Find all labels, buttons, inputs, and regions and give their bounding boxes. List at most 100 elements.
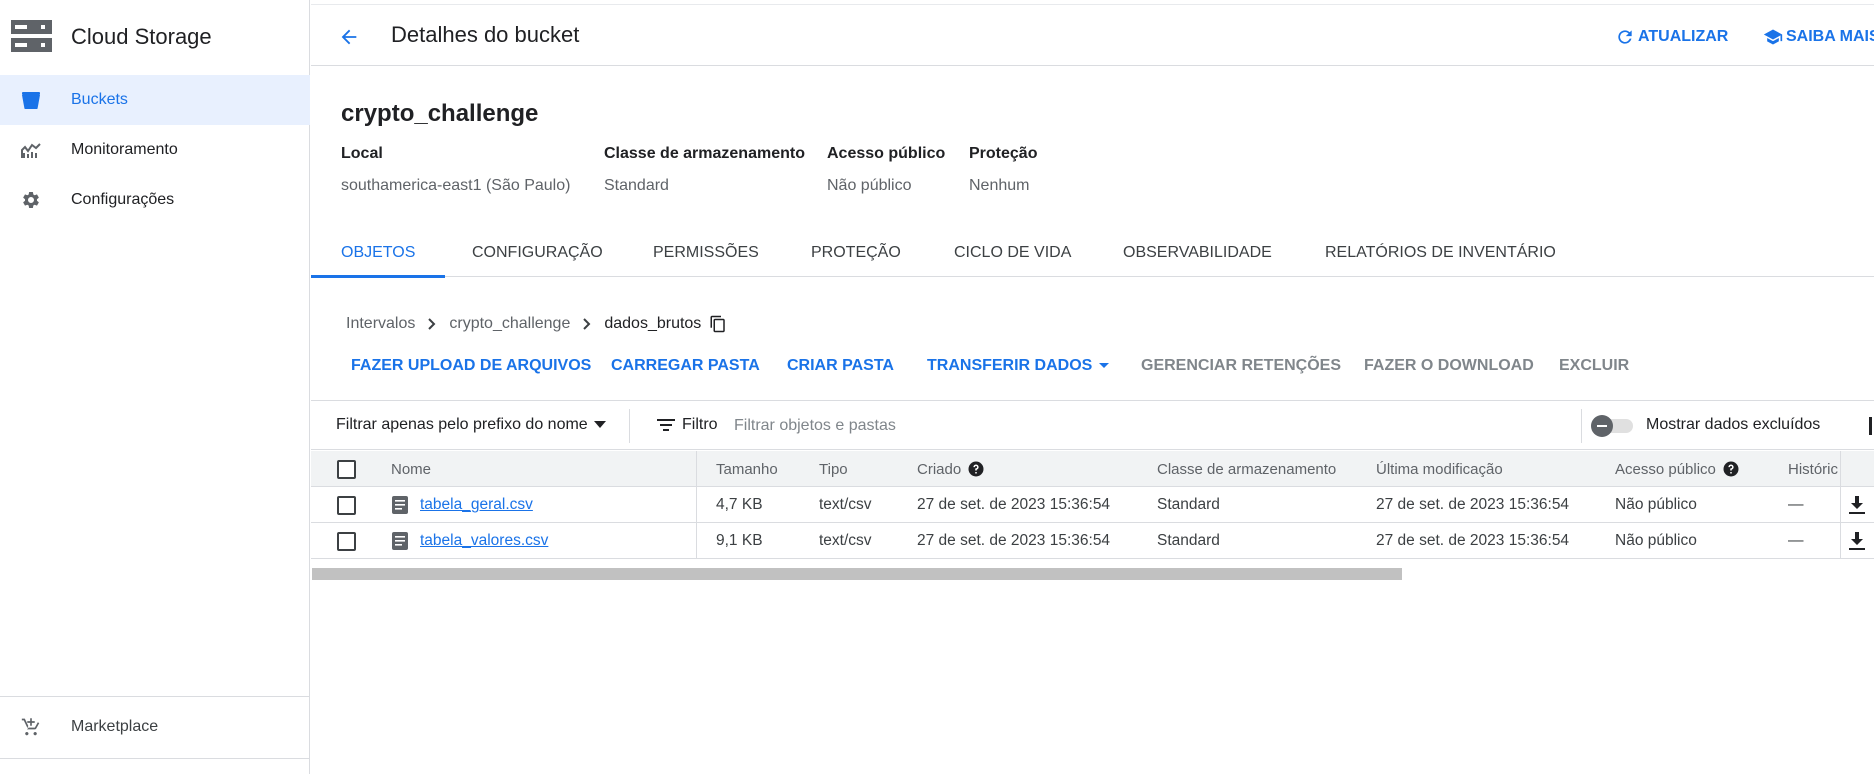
tab-lifecycle[interactable]: CICLO DE VIDA — [954, 229, 1071, 277]
cell-history: — — [1788, 496, 1804, 513]
col-header-size[interactable]: Tamanho — [716, 451, 778, 487]
meta-value: Não público — [827, 177, 912, 194]
tab-observability[interactable]: OBSERVABILIDADE — [1123, 229, 1272, 277]
row-checkbox[interactable] — [337, 496, 356, 515]
transfer-data-label: TRANSFERIR DADOS — [927, 357, 1093, 374]
sidebar-item-settings[interactable]: Configurações — [0, 175, 310, 225]
cell-type: text/csv — [819, 532, 872, 549]
help-icon[interactable] — [967, 460, 985, 478]
product-title: Cloud Storage — [71, 24, 212, 49]
delete-button[interactable]: EXCLUIR — [1559, 357, 1629, 375]
sidebar: Cloud Storage Buckets Monitoramento Conf… — [0, 0, 310, 774]
col-header-type[interactable]: Tipo — [819, 451, 848, 487]
caret-down-icon — [593, 421, 606, 428]
cell-public-access: Não público — [1615, 496, 1697, 513]
manage-retention-button[interactable]: GERENCIAR RETENÇÕES — [1141, 357, 1341, 375]
horizontal-scrollbar[interactable] — [312, 568, 1402, 580]
bucket-icon — [20, 89, 42, 111]
upload-folder-button[interactable]: CARREGAR PASTA — [611, 357, 760, 375]
page-title: Detalhes do bucket — [391, 22, 580, 47]
copy-icon[interactable] — [709, 315, 727, 333]
meta-label: Classe de armazenamento — [604, 145, 805, 162]
page-header: Detalhes do bucket ATUALIZAR SAIBA MAIS — [311, 4, 1874, 66]
caret-down-icon — [1099, 363, 1110, 368]
sidebar-item-buckets[interactable]: Buckets — [0, 75, 310, 125]
cell-size: 4,7 KB — [716, 496, 763, 513]
meta-storage-class: Classe de armazenamento Standard — [604, 145, 805, 195]
refresh-icon — [1618, 30, 1632, 44]
cell-storage-class: Standard — [1157, 496, 1220, 513]
col-header-modified[interactable]: Última modificação — [1376, 451, 1503, 487]
filter-input[interactable] — [734, 411, 1234, 441]
table-row[interactable]: tabela_geral.csv 4,7 KB text/csv 27 de s… — [311, 487, 1874, 523]
product-header: Cloud Storage — [0, 4, 310, 64]
show-deleted-toggle[interactable] — [1591, 415, 1633, 437]
sidebar-divider — [0, 758, 310, 759]
tab-protection[interactable]: PROTEÇÃO — [811, 229, 901, 277]
marketplace-icon — [20, 716, 42, 738]
col-header-storage-class[interactable]: Classe de armazenamento — [1157, 451, 1336, 487]
cell-modified: 27 de set. de 2023 15:36:54 — [1376, 496, 1570, 513]
column-divider — [696, 451, 697, 487]
object-name-link[interactable]: tabela_valores.csv — [420, 532, 548, 550]
meta-public-access: Acesso público Não público — [827, 145, 945, 195]
column-divider — [696, 523, 697, 559]
sidebar-item-label: Configurações — [71, 191, 175, 208]
table-header-row: Nome Tamanho Tipo Criado Classe de armaz… — [311, 451, 1874, 487]
cell-created: 27 de set. de 2023 15:36:54 — [917, 496, 1111, 513]
table-row[interactable]: tabela_valores.csv 9,1 KB text/csv 27 de… — [311, 523, 1874, 559]
object-name-link[interactable]: tabela_geral.csv — [420, 496, 533, 514]
col-header-created[interactable]: Criado — [917, 451, 985, 487]
arrow-back-icon — [341, 29, 357, 45]
column-display-icon[interactable] — [1869, 417, 1872, 435]
col-header-name[interactable]: Nome — [391, 451, 431, 487]
breadcrumb: Intervalos crypto_challenge dados_brutos — [346, 312, 727, 336]
meta-value: Nenhum — [969, 177, 1030, 194]
refresh-label: ATUALIZAR — [1638, 28, 1729, 45]
download-icon[interactable] — [1848, 487, 1866, 523]
meta-label: Acesso público — [827, 145, 946, 162]
col-header-public-access-label: Acesso público — [1615, 460, 1716, 478]
meta-label: Local — [341, 145, 383, 162]
upload-files-button[interactable]: FAZER UPLOAD DE ARQUIVOS — [351, 357, 591, 375]
row-checkbox[interactable] — [337, 532, 356, 551]
cell-storage-class: Standard — [1157, 532, 1220, 549]
col-header-public-access[interactable]: Acesso público — [1615, 451, 1740, 487]
file-icon — [392, 523, 408, 559]
divider — [1581, 409, 1582, 443]
school-icon — [1763, 29, 1783, 45]
prefix-filter-dropdown[interactable]: Filtrar apenas pelo prefixo do nome — [336, 416, 606, 434]
tab-inventory-reports[interactable]: RELATÓRIOS DE INVENTÁRIO — [1325, 229, 1556, 277]
help-icon[interactable] — [1722, 460, 1740, 478]
breadcrumb-bucket[interactable]: crypto_challenge — [449, 315, 570, 333]
column-divider — [1840, 487, 1841, 523]
breadcrumb-root[interactable]: Intervalos — [346, 315, 415, 333]
download-icon[interactable] — [1848, 523, 1866, 559]
tab-configuration[interactable]: CONFIGURAÇÃO — [472, 229, 603, 277]
filter-list-icon — [657, 419, 675, 431]
file-icon — [392, 487, 408, 523]
sidebar-item-monitoring[interactable]: Monitoramento — [0, 125, 310, 175]
column-divider — [696, 487, 697, 523]
chevron-right-icon — [427, 318, 437, 330]
create-folder-button[interactable]: CRIAR PASTA — [787, 357, 894, 375]
column-divider — [1840, 523, 1841, 559]
meta-value: southamerica-east1 (São Paulo) — [341, 177, 571, 194]
meta-location: Local southamerica-east1 (São Paulo) — [341, 145, 570, 195]
tab-permissions[interactable]: PERMISSÕES — [653, 229, 759, 277]
filter-bar: Filtrar apenas pelo prefixo do nome Filt… — [311, 400, 1874, 450]
toggle-knob — [1591, 415, 1613, 437]
select-all-checkbox[interactable] — [337, 460, 356, 479]
download-button[interactable]: FAZER O DOWNLOAD — [1364, 357, 1534, 375]
sidebar-item-marketplace[interactable]: Marketplace — [0, 702, 310, 752]
sidebar-item-label: Monitoramento — [71, 141, 178, 158]
refresh-button[interactable]: ATUALIZAR — [1615, 27, 1728, 47]
back-button[interactable] — [335, 23, 363, 51]
chevron-right-icon — [582, 318, 592, 330]
objects-table: Nome Tamanho Tipo Criado Classe de armaz… — [311, 451, 1874, 559]
gear-icon — [20, 189, 42, 211]
transfer-data-button[interactable]: TRANSFERIR DADOS — [927, 357, 1110, 375]
learn-more-button[interactable]: SAIBA MAIS — [1763, 27, 1874, 47]
col-header-history[interactable]: Históric — [1788, 451, 1838, 487]
tab-objects[interactable]: OBJETOS — [310, 229, 446, 278]
